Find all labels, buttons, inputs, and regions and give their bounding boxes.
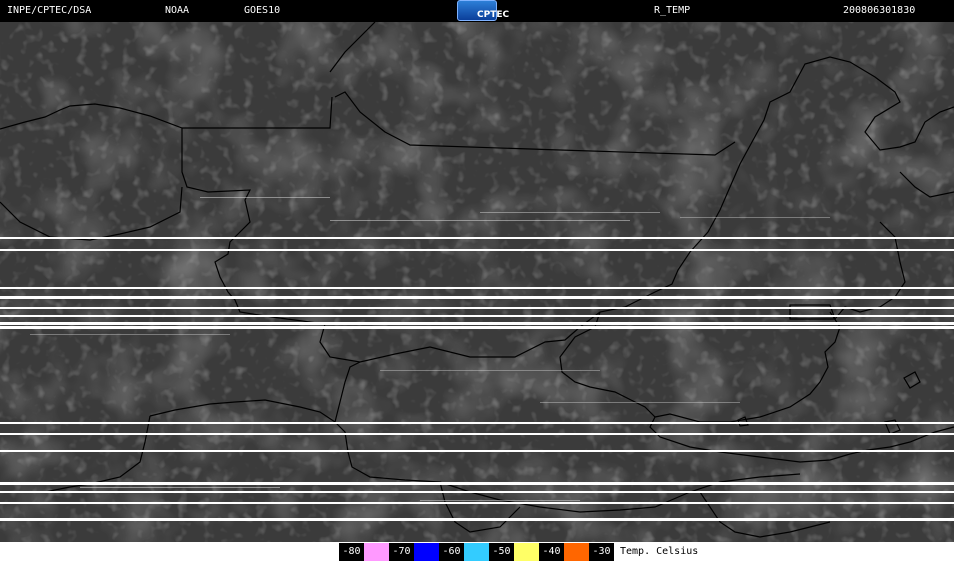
agency-label: INPE/CPTEC/DSA xyxy=(7,5,92,16)
temperature-legend: -80 -70 -60 -50 -40 -30 Temp. Celsius xyxy=(0,542,954,562)
legend-label: -40 xyxy=(539,543,564,561)
header-bar: INPE/CPTEC/DSA NOAA GOES10 CPTEC R_TEMP … xyxy=(0,0,954,22)
product-label: R_TEMP xyxy=(654,5,691,16)
legend-label: -60 xyxy=(439,543,464,561)
legend-label: -30 xyxy=(589,543,614,561)
legend-label: -70 xyxy=(389,543,414,561)
cloud-texture-fine xyxy=(0,22,954,542)
legend-swatch xyxy=(364,543,389,561)
legend-caption: Temp. Celsius xyxy=(620,546,699,557)
legend-swatch xyxy=(514,543,539,561)
organization-label: NOAA xyxy=(165,5,190,16)
cptec-logo: CPTEC xyxy=(457,0,509,21)
satellite-map xyxy=(0,22,954,542)
legend-label: -80 xyxy=(339,543,364,561)
legend-swatch xyxy=(414,543,439,561)
legend-swatch xyxy=(464,543,489,561)
legend-label: -50 xyxy=(489,543,514,561)
legend-swatch xyxy=(564,543,589,561)
satellite-label: GOES10 xyxy=(244,5,281,16)
datetime-label: 200806301830 xyxy=(843,5,916,16)
